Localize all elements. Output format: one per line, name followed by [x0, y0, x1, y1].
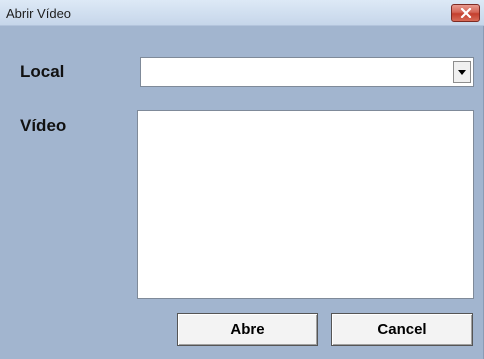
dropdown-arrow-button[interactable]	[453, 61, 471, 83]
chevron-down-icon	[458, 69, 466, 75]
dialog-window: Abrir Vídeo Local Vídeo Abre Cancel	[0, 0, 484, 359]
video-listbox[interactable]	[137, 110, 474, 299]
title-bar[interactable]: Abrir Vídeo	[0, 0, 484, 26]
window-title: Abrir Vídeo	[6, 6, 72, 21]
close-icon	[460, 8, 471, 18]
open-button[interactable]: Abre	[177, 313, 318, 346]
close-button[interactable]	[451, 4, 480, 22]
cancel-button[interactable]: Cancel	[331, 313, 473, 346]
local-label: Local	[20, 62, 65, 81]
video-label: Vídeo	[20, 116, 67, 135]
local-dropdown[interactable]	[140, 57, 474, 87]
